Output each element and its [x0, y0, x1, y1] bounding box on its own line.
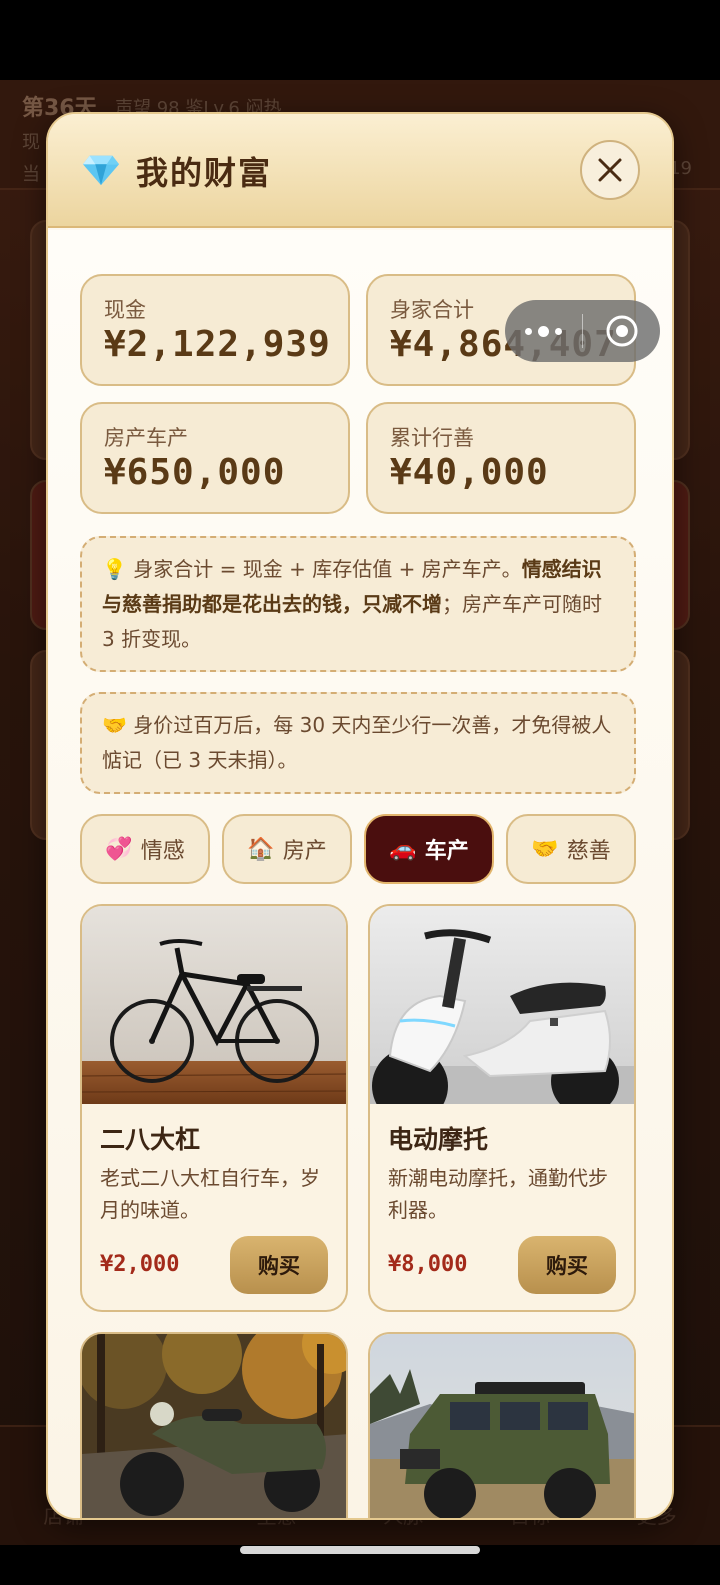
tab-charity[interactable]: 🤝 慈善 — [506, 814, 636, 884]
item-description: 新潮电动摩托，通勤代步利器。 — [388, 1166, 608, 1222]
house-icon: 🏠 — [247, 836, 275, 862]
home-indicator[interactable] — [240, 1546, 480, 1554]
bicycle-image — [82, 906, 346, 1104]
vehicle-card — [368, 1332, 636, 1518]
stat-cash: 现金 ¥2,122,939 — [80, 274, 350, 386]
close-icon — [598, 158, 622, 182]
net-worth-tip: 💡 身家合计 = 现金 + 库存估值 + 房产车产。情感结识与慈善捐助都是花出去… — [80, 536, 636, 672]
miniprogram-capsule — [505, 300, 660, 362]
car-icon: 🚗 — [389, 836, 417, 862]
tip-text: 身价过百万后，每 30 天内至少行一次善，才免得被人惦记（已 3 天未捐）。 — [102, 713, 612, 772]
vehicle-card: 电动摩托 新潮电动摩托，通勤代步利器。 ¥8,000 购买 — [368, 904, 636, 1312]
buy-button[interactable]: 购买 — [230, 1236, 328, 1294]
stat-label: 现金 — [104, 298, 146, 322]
tab-label: 房产 — [282, 839, 327, 864]
stat-value: ¥2,122,939 — [104, 324, 331, 365]
more-icon-dot — [538, 325, 549, 337]
modal-header: 我的财富 — [48, 114, 672, 228]
tab-property[interactable]: 🏠 房产 — [222, 814, 352, 884]
lightbulb-icon: 💡 — [102, 557, 127, 581]
tab-label: 慈善 — [566, 839, 611, 864]
stat-value: ¥40,000 — [390, 452, 549, 493]
target-icon — [606, 315, 637, 347]
stat-property-vehicles: 房产车产 ¥650,000 — [80, 402, 350, 514]
offroad-suv-image — [370, 1334, 634, 1518]
item-name: 二八大杠 — [100, 1125, 201, 1154]
item-price: ¥2,000 — [100, 1252, 180, 1277]
hearts-icon: 💞 — [105, 836, 133, 862]
capsule-close-button[interactable] — [583, 300, 660, 362]
stat-label: 身家合计 — [390, 298, 474, 322]
item-name: 电动摩托 — [388, 1125, 489, 1154]
vehicle-card — [80, 1332, 348, 1518]
modal-title: 我的财富 — [136, 154, 273, 192]
vehicle-card: 二八大杠 老式二八大杠自行车，岁月的味道。 ¥2,000 购买 — [80, 904, 348, 1312]
item-price: ¥8,000 — [388, 1252, 468, 1277]
stat-charity-total: 累计行善 ¥40,000 — [366, 402, 636, 514]
stat-label: 累计行善 — [390, 426, 474, 450]
close-button[interactable] — [580, 140, 640, 200]
charity-tip: 🤝 身价过百万后，每 30 天内至少行一次善，才免得被人惦记（已 3 天未捐）。 — [80, 692, 636, 794]
sidecar-motorcycle-image — [82, 1334, 346, 1518]
diamond-icon — [82, 155, 120, 186]
electric-scooter-image — [370, 906, 634, 1104]
tab-label: 情感 — [140, 839, 185, 864]
handshake-icon: 🤝 — [531, 836, 559, 862]
tab-label: 车产 — [424, 839, 469, 864]
modal-body: 现金 ¥2,122,939 身家合计 ¥4,864,407 房产车产 ¥650,… — [48, 230, 672, 1518]
item-description: 老式二八大杠自行车，岁月的味道。 — [100, 1166, 320, 1222]
tip-text: 身家合计 = 现金 + 库存估值 + 房产车产。 — [133, 557, 522, 581]
tab-emotion[interactable]: 💞 情感 — [80, 814, 210, 884]
tab-vehicles[interactable]: 🚗 车产 — [364, 814, 494, 884]
status-bar — [0, 0, 720, 80]
handshake-icon: 🤝 — [102, 713, 127, 737]
more-icon — [525, 327, 532, 335]
more-icon-dot — [555, 327, 562, 335]
stat-label: 房产车产 — [104, 426, 188, 450]
more-options-button[interactable] — [505, 300, 582, 362]
stat-value: ¥650,000 — [104, 452, 286, 493]
buy-button[interactable]: 购买 — [518, 1236, 616, 1294]
